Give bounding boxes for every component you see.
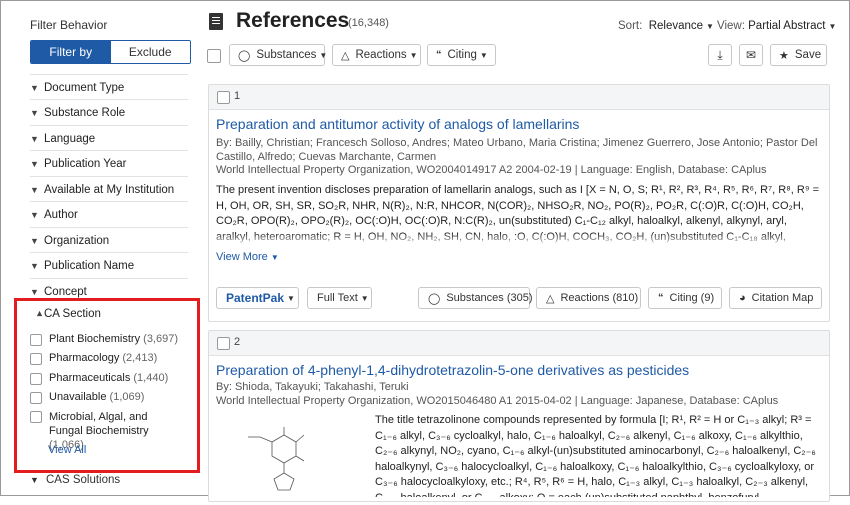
result-number: 2 <box>234 336 241 348</box>
chevron-down-icon: ▼ <box>270 253 279 262</box>
quote-icon: “ <box>658 292 664 304</box>
citation-map-button[interactable]: ◕ Citation Map <box>729 287 822 309</box>
download-icon: ⤓ <box>717 47 723 62</box>
citing-button[interactable]: “Citing ▼ <box>427 44 496 66</box>
citation-map-icon: ◕ <box>739 292 746 304</box>
filter-by-button[interactable]: Filter by <box>31 41 111 63</box>
patentpak-button[interactable]: PatentPak ▼ <box>216 287 299 309</box>
caret-down-icon: ▼ <box>409 50 418 60</box>
facet-cas-solutions[interactable]: ▼ CAS Solutions <box>30 474 120 486</box>
result-authors: By: Shioda, Takayuki; Takahashi, Teruki <box>216 381 409 393</box>
result-count: (16,348) <box>348 17 389 29</box>
chevron-down-icon: ▼ <box>30 209 39 220</box>
sort-dropdown[interactable]: Sort: Relevance ▼ <box>618 20 714 32</box>
facet-publication-year[interactable]: ▼ Publication Year <box>30 150 188 176</box>
caret-down-icon: ▼ <box>360 293 369 303</box>
substances-button[interactable]: ◯ Substances ▼ <box>229 44 328 66</box>
view-all-link[interactable]: View All <box>48 444 86 456</box>
result-card: 2 Preparation of 4-phenyl-1,4-dihydrotet… <box>208 330 830 502</box>
ca-option-pharmacology[interactable]: Pharmacology (2,413) <box>30 352 157 365</box>
facet-language[interactable]: ▼ Language <box>30 125 188 151</box>
beaker-icon: △ <box>546 292 555 305</box>
result-title[interactable]: Preparation and antitumor activity of an… <box>216 116 579 132</box>
result-number: 1 <box>234 90 241 102</box>
checkbox[interactable] <box>30 392 42 404</box>
save-button[interactable]: ★ Save <box>770 44 827 66</box>
view-dropdown[interactable]: View: Partial Abstract ▼ <box>717 20 836 32</box>
chevron-down-icon: ▼ <box>30 107 39 118</box>
flask-round-icon: ◯ <box>238 49 251 62</box>
select-all-checkbox[interactable] <box>207 49 221 63</box>
chevron-down-icon: ▼ <box>30 286 39 297</box>
caret-down-icon: ▼ <box>479 50 488 60</box>
citing-count-button[interactable]: “Citing (9) <box>648 287 722 309</box>
checkbox[interactable] <box>30 373 42 385</box>
abstract-fade <box>216 233 822 247</box>
ca-option-plant-biochemistry[interactable]: Plant Biochemistry (3,697) <box>30 333 178 346</box>
facet-publication-name[interactable]: ▼ Publication Name <box>30 252 188 278</box>
download-button[interactable]: ⤓ <box>708 44 732 66</box>
result-card: 1 Preparation and antitumor activity of … <box>208 84 830 322</box>
result-authors: By: Bailly, Christian; Francesch Solloso… <box>216 137 818 163</box>
caret-down-icon: ▼ <box>287 293 295 303</box>
caret-down-icon: ▼ <box>828 22 837 31</box>
reactions-button[interactable]: △ Reactions ▼ <box>332 44 421 66</box>
facet-organization[interactable]: ▼ Organization <box>30 227 188 253</box>
result-source: World Intellectual Property Organization… <box>216 164 767 176</box>
chevron-down-icon: ▼ <box>30 235 39 246</box>
exclude-button[interactable]: Exclude <box>110 41 190 63</box>
result-source: World Intellectual Property Organization… <box>216 395 779 407</box>
document-icon <box>209 13 223 30</box>
chevron-down-icon: ▼ <box>30 158 39 169</box>
caret-down-icon: ▼ <box>319 50 328 60</box>
chemical-structure-image <box>248 427 305 491</box>
ca-option-unavailable[interactable]: Unavailable (1,069) <box>30 391 144 404</box>
chevron-down-icon: ▼ <box>30 260 39 271</box>
page-title: References <box>236 9 350 32</box>
facet-author[interactable]: ▼ Author <box>30 201 188 227</box>
reactions-count-button[interactable]: △ Reactions (810) <box>536 287 641 309</box>
filter-mode-toggle: Filter by Exclude <box>30 40 191 64</box>
card-header <box>209 331 829 356</box>
checkbox[interactable] <box>30 334 42 346</box>
facet-ca-section[interactable]: ▼ CA Section <box>28 308 101 320</box>
envelope-icon: ✉ <box>745 48 757 62</box>
result-title[interactable]: Preparation of 4-phenyl-1,4-dihydrotetra… <box>216 362 689 378</box>
checkbox[interactable] <box>30 353 42 365</box>
ca-option-pharmaceuticals[interactable]: Pharmaceuticals (1,440) <box>30 372 168 385</box>
view-more-link[interactable]: View More ▼ <box>216 251 279 263</box>
chevron-down-icon: ▼ <box>30 475 39 485</box>
chevron-down-icon: ▼ <box>30 184 39 195</box>
substances-count-button[interactable]: ◯ Substances (305) <box>418 287 533 309</box>
quote-icon: “ <box>436 49 442 61</box>
chevron-down-icon: ▼ <box>30 133 39 144</box>
chevron-up-icon: ▼ <box>35 309 44 319</box>
beaker-icon: △ <box>341 49 350 62</box>
star-icon: ★ <box>779 49 789 62</box>
result-abstract: The title tetrazolinone compounds repres… <box>375 414 816 497</box>
caret-down-icon: ▼ <box>706 22 714 31</box>
checkbox[interactable] <box>30 411 42 423</box>
flask-round-icon: ◯ <box>428 292 441 305</box>
chevron-down-icon: ▼ <box>30 82 39 93</box>
facet-available-at-institution[interactable]: ▼ Available at My Institution <box>30 176 188 202</box>
facet-substance-role[interactable]: ▼ Substance Role <box>30 99 188 125</box>
facet-document-type[interactable]: ▼ Document Type <box>30 74 188 100</box>
card-header <box>209 85 829 110</box>
result-checkbox[interactable] <box>217 91 230 104</box>
full-text-button[interactable]: Full Text ▼ <box>307 287 372 309</box>
filter-behavior-title: Filter Behavior <box>30 18 108 32</box>
email-button[interactable]: ✉ <box>739 44 763 66</box>
result-checkbox[interactable] <box>217 337 230 350</box>
